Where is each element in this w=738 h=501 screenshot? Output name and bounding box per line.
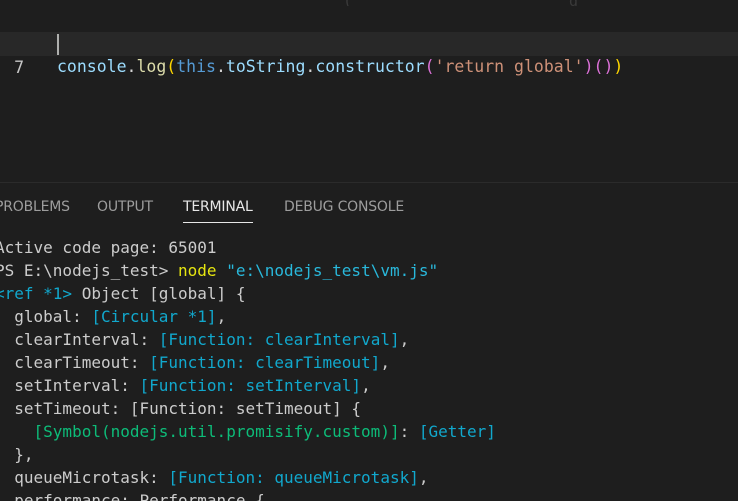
tab-terminal[interactable]: TERMINAL [183, 199, 253, 223]
terminal-text: [Function: queueMicrotask] [168, 468, 419, 487]
terminal-line: <ref *1> Object [global] { [0, 282, 738, 305]
terminal-line: [Symbol(nodejs.util.promisify.custom)]: … [0, 420, 738, 443]
code-token: ( [424, 57, 435, 76]
terminal-text: setInterval: [0, 376, 140, 395]
code-token: . [305, 57, 316, 76]
code-token: . [215, 57, 226, 76]
terminal-text: , [216, 307, 227, 326]
terminal-text: }, [14, 445, 34, 464]
code-editor[interactable]: ( g ( 6 console.log(this.toString.constr… [0, 0, 738, 182]
terminal-text: [Function: setInterval] [139, 376, 362, 395]
line-number: 7 [14, 58, 24, 77]
terminal-line: setTimeout: [Function: setTimeout] { [0, 397, 738, 420]
terminal-line: Active code page: 65001 [0, 236, 738, 259]
terminal-text: clearInterval: [0, 330, 159, 349]
terminal-line: clearInterval: [Function: clearInterval]… [0, 328, 738, 351]
vscode-window: ( g ( 6 console.log(this.toString.constr… [0, 0, 738, 501]
code-token: 'return global' [434, 57, 584, 76]
code-token: log [136, 57, 167, 76]
terminal-text: : [399, 422, 419, 441]
terminal-text: , [399, 330, 410, 349]
terminal-text: "e:\nodejs_test\vm.js" [226, 261, 439, 280]
code-token: console [57, 57, 127, 76]
tab-output[interactable]: OUTPUT [97, 199, 153, 215]
code-token: ) [603, 57, 614, 76]
terminal-text: clearTimeout: [0, 353, 150, 372]
code-token: this [176, 57, 216, 76]
terminal-text: setTimeout: [Function: setTimeout] { [0, 399, 362, 418]
tab-problems[interactable]: PROBLEMS [0, 199, 70, 215]
tab-debug-console[interactable]: DEBUG CONSOLE [284, 199, 404, 215]
terminal-text: , [361, 376, 371, 395]
terminal-line: PS E:\nodejs_test> node "e:\nodejs_test\… [0, 259, 738, 282]
terminal-text: , [418, 468, 429, 487]
terminal-text: Object [global] { [72, 284, 246, 303]
terminal-text: [Symbol(nodejs.util.promisify.custom)] [33, 422, 400, 441]
line-code[interactable]: console.log(this.toString.constructor('r… [57, 55, 623, 79]
code-token: constructor [315, 57, 425, 76]
scrolled-line-fragment: ( g ( [0, 0, 738, 6]
terminal-line: queueMicrotask: [Function: queueMicrotas… [0, 466, 738, 489]
terminal-text: [Function: clearInterval] [158, 330, 400, 349]
terminal-text: [Getter] [418, 422, 496, 441]
terminal-text: node [178, 261, 217, 280]
terminal-line: global: [Circular *1], [0, 305, 738, 328]
bottom-panel: PROBLEMS OUTPUT TERMINAL DEBUG CONSOLE A… [0, 182, 738, 501]
editor-line-7-current[interactable]: 7 [0, 32, 738, 77]
terminal-text: , [380, 353, 390, 372]
editor-line-6[interactable]: 6 console.log(this.toString.constructor(… [0, 7, 738, 76]
terminal-text: queueMicrotask: [0, 468, 169, 487]
terminal-text: performance: Performance { [0, 491, 265, 501]
terminal-line: }, [0, 443, 738, 466]
code-token: . [126, 57, 137, 76]
terminal-output[interactable]: Active code page: 65001 PS E:\nodejs_test… [0, 236, 738, 501]
code-token: ) [613, 57, 624, 76]
terminal-text: global: [0, 307, 92, 326]
code-token: ( [593, 57, 604, 76]
code-token: ) [583, 57, 594, 76]
terminal-text: PS E:\nodejs_test> [0, 261, 179, 280]
terminal-line: performance: Performance { [0, 489, 738, 501]
terminal-text: <ref *1> [0, 284, 73, 303]
terminal-text: Active code page: 65001 [0, 238, 217, 257]
panel-tabs: PROBLEMS OUTPUT TERMINAL DEBUG CONSOLE [0, 183, 738, 227]
terminal-text: [Circular *1] [91, 307, 217, 326]
text-cursor [57, 34, 59, 55]
code-token: ( [166, 57, 177, 76]
terminal-line: setInterval: [Function: setInterval], [0, 374, 738, 397]
terminal-line: clearTimeout: [Function: clearTimeout], [0, 351, 738, 374]
terminal-text: [Function: clearTimeout] [149, 353, 381, 372]
code-token: toString [225, 57, 306, 76]
